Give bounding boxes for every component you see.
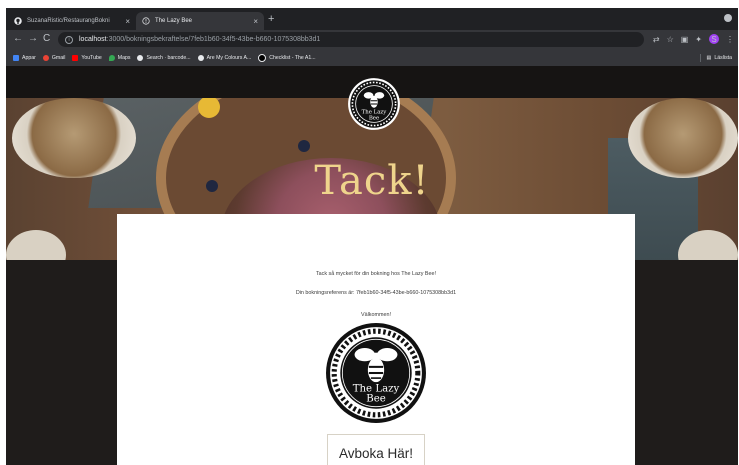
- tab-title: SuzanaRistic/RestaurangBokni: [27, 18, 110, 24]
- github-icon: [137, 55, 144, 61]
- bookmark-are-my-colours[interactable]: Are My Colours A...: [197, 55, 251, 61]
- site-logo[interactable]: The Lazy Bee: [347, 77, 401, 131]
- gmail-icon: [42, 55, 49, 61]
- svg-text:Bee: Bee: [369, 116, 379, 122]
- globe-icon: [142, 17, 150, 25]
- close-icon[interactable]: ×: [125, 17, 130, 26]
- hero-bowl: [6, 230, 66, 260]
- confirmation-card: Tack så mycket för din bokning hos The L…: [117, 214, 635, 465]
- bookmark-gmail[interactable]: Gmail: [42, 55, 65, 61]
- cancel-booking-button[interactable]: Avboka Här!: [327, 434, 425, 465]
- bookmark-checklist[interactable]: Checklist - The A1...: [258, 54, 316, 62]
- star-icon[interactable]: ☆: [667, 35, 674, 44]
- window-menu-icon[interactable]: [724, 14, 732, 22]
- bookmark-youtube[interactable]: YouTube: [72, 55, 102, 61]
- reading-list-icon: ▤: [706, 55, 712, 61]
- close-icon[interactable]: ×: [253, 17, 258, 26]
- bookmarks-bar: Appar Gmail YouTube Maps Search · barcod…: [6, 50, 738, 66]
- bookmark-search-barcode[interactable]: Search · barcode...: [137, 55, 191, 61]
- tab-strip: SuzanaRistic/RestaurangBokni × The Lazy …: [6, 8, 738, 30]
- checklist-icon: [258, 54, 267, 62]
- lazy-bee-logo: The Lazy Bee: [326, 323, 426, 423]
- bookmark-maps[interactable]: Maps: [108, 55, 130, 61]
- url-path: :3000/bokningsbekraftelse/7feb1b60-34f5-…: [106, 36, 321, 43]
- url-host: localhost: [79, 36, 107, 43]
- browser-toolbar: ← → C i localhost :3000/bokningsbekrafte…: [6, 30, 738, 50]
- booking-reference: Din bokningsreferens är: 7feb1b60-34f5-4…: [295, 290, 457, 296]
- logo-text-line-2: Bee: [366, 394, 386, 405]
- translate-icon[interactable]: ⇄: [653, 35, 660, 44]
- globe-icon: [197, 55, 204, 61]
- tab-the-lazy-bee[interactable]: The Lazy Bee ×: [136, 12, 264, 30]
- divider: [699, 54, 701, 62]
- toolbar-icons: ⇄ ☆ ▣ ✦ S ⋮: [653, 34, 734, 44]
- svg-text:The Lazy: The Lazy: [362, 110, 388, 116]
- bookmark-appar[interactable]: Appar: [13, 55, 36, 61]
- youtube-icon: [72, 55, 79, 61]
- extension-icon[interactable]: ▣: [681, 35, 689, 44]
- address-bar[interactable]: i localhost :3000/bokningsbekraftelse/7f…: [58, 32, 644, 47]
- maps-icon: [108, 55, 115, 61]
- reload-icon[interactable]: C: [43, 33, 50, 44]
- hero-berry: [298, 140, 310, 152]
- menu-icon[interactable]: ⋮: [726, 35, 734, 44]
- web-page: Tack! The Lazy Bee Tack så mycket för di…: [6, 66, 738, 465]
- hero-title: Tack!: [314, 158, 430, 204]
- apps-icon: [13, 55, 19, 61]
- browser-window: SuzanaRistic/RestaurangBokni × The Lazy …: [6, 8, 738, 465]
- puzzle-icon[interactable]: ✦: [695, 35, 702, 44]
- tab-title: The Lazy Bee: [155, 18, 193, 24]
- back-icon[interactable]: ←: [13, 33, 23, 44]
- tab-github[interactable]: SuzanaRistic/RestaurangBokni ×: [8, 12, 136, 30]
- github-icon: [14, 17, 22, 25]
- thanks-message: Tack så mycket för din bokning hos The L…: [315, 271, 437, 277]
- site-info-icon[interactable]: i: [65, 35, 73, 44]
- profile-avatar[interactable]: S: [709, 34, 719, 44]
- reading-list[interactable]: ▤ Läslista: [699, 54, 732, 62]
- forward-icon[interactable]: →: [28, 33, 38, 44]
- new-tab-icon[interactable]: +: [268, 13, 274, 25]
- welcome-message: Välkommen!: [361, 312, 391, 318]
